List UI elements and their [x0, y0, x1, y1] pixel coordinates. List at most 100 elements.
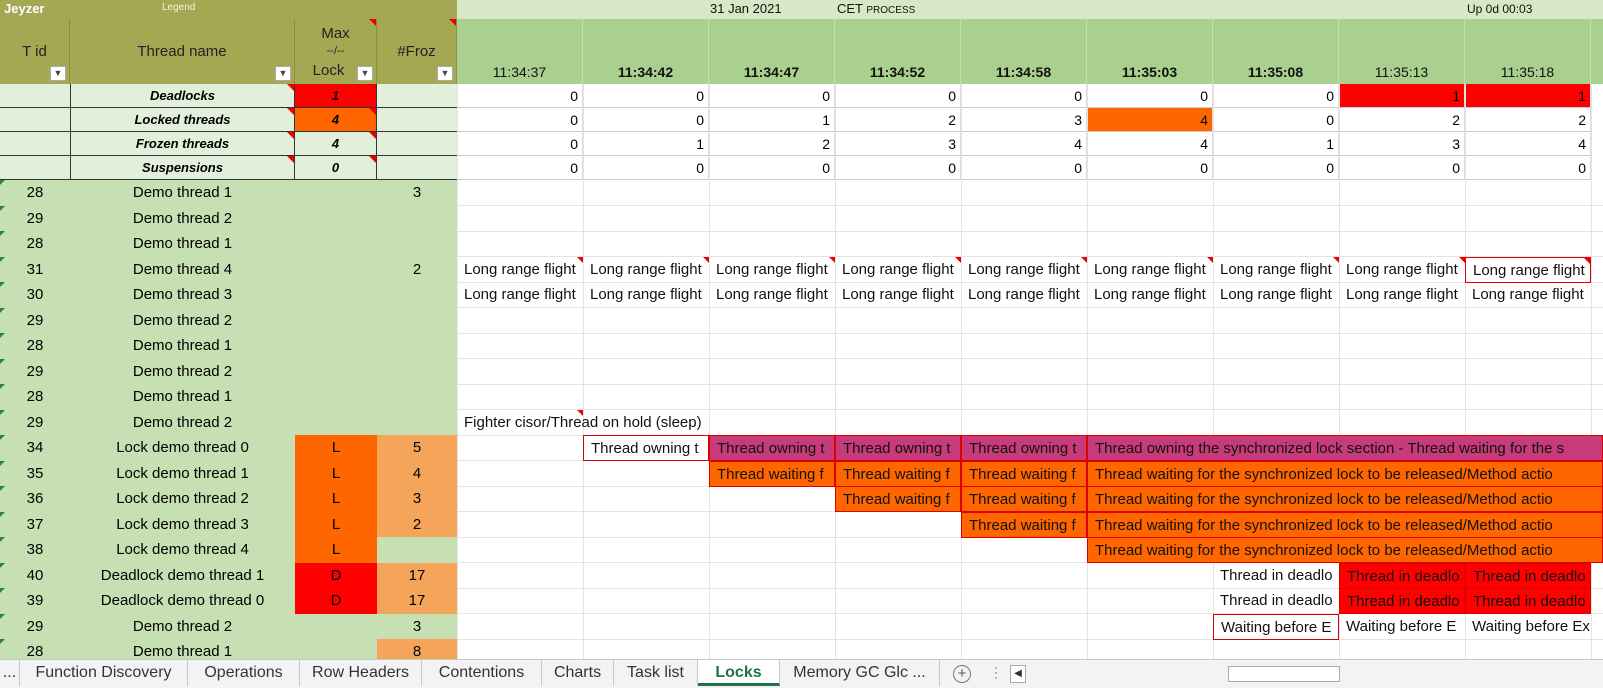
activity-cell[interactable]: Waiting before E [1213, 614, 1339, 640]
summary-cell[interactable]: 0 [457, 108, 583, 132]
summary-cell[interactable]: 0 [1087, 156, 1213, 180]
activity-cell[interactable]: Long range flight [1087, 282, 1213, 308]
summary-cell[interactable]: 3 [1339, 132, 1465, 156]
activity-cell[interactable]: Thread waiting for the synchronized lock… [1087, 512, 1603, 538]
activity-cell[interactable]: Thread owning t [835, 435, 961, 461]
summary-cell[interactable]: 0 [709, 156, 835, 180]
thread-row[interactable]: 38 Lock demo thread 4 L [0, 537, 457, 563]
horizontal-scrollbar[interactable] [1228, 666, 1340, 682]
activity-cell[interactable]: Long range flight [583, 282, 709, 308]
thread-row[interactable]: 30 Demo thread 3 [0, 282, 457, 308]
thread-row[interactable]: 29 Demo thread 2 [0, 206, 457, 232]
activity-cell[interactable]: Long range flight [1087, 257, 1213, 283]
thread-row[interactable]: 40 Deadlock demo thread 1 D 17 [0, 563, 457, 589]
activity-cell[interactable]: Thread waiting f [709, 461, 835, 487]
summary-cell[interactable]: 1 [1339, 84, 1465, 108]
activity-cell[interactable]: Long range flight [457, 282, 583, 308]
summary-cell[interactable]: 4 [961, 132, 1087, 156]
sheet-tab-[interactable]: ... [0, 660, 20, 686]
summary-cell[interactable]: 4 [1087, 132, 1213, 156]
summary-cell[interactable]: 0 [709, 84, 835, 108]
thread-row[interactable]: 39 Deadlock demo thread 0 D 17 [0, 588, 457, 614]
legend-link[interactable]: Legend [162, 2, 195, 13]
summary-cell[interactable]: 3 [961, 108, 1087, 132]
summary-cell[interactable]: 0 [835, 156, 961, 180]
summary-cell[interactable]: 1 [709, 108, 835, 132]
activity-cell[interactable]: Waiting before Ex [1465, 614, 1591, 640]
activity-cell[interactable]: Long range flight [835, 257, 961, 283]
activity-cell[interactable]: Long range flight [1465, 282, 1591, 308]
thread-row[interactable]: 29 Demo thread 2 [0, 410, 457, 436]
thread-row[interactable]: 29 Demo thread 2 3 [0, 614, 457, 640]
activity-cell[interactable]: Long range flight [709, 282, 835, 308]
sheet-tab-memory-gc-glc[interactable]: Memory GC Glc ... [780, 660, 940, 686]
activity-cell[interactable]: Thread waiting for the synchronized lock… [1087, 461, 1603, 487]
filter-dropdown-icon[interactable]: ▼ [50, 66, 66, 81]
summary-cell[interactable]: 2 [1465, 108, 1591, 132]
scroll-left-icon[interactable]: ◀ [1010, 665, 1026, 683]
summary-cell[interactable]: 4 [1465, 132, 1591, 156]
activity-cell[interactable]: Thread waiting f [835, 461, 961, 487]
activity-cell[interactable]: Thread owning t [709, 435, 835, 461]
activity-cell[interactable]: Thread waiting f [961, 461, 1087, 487]
more-options-icon[interactable]: ⋮ [989, 664, 1003, 681]
summary-cell[interactable]: 0 [1087, 84, 1213, 108]
summary-cell[interactable]: 0 [1213, 108, 1339, 132]
activity-cell[interactable]: Fighter cisor/Thread on hold (sleep) [457, 410, 702, 436]
filter-dropdown-icon[interactable]: ▼ [437, 66, 453, 81]
thread-row[interactable]: 28 Demo thread 1 [0, 384, 457, 410]
activity-cell[interactable]: Thread in deadlo [1465, 563, 1591, 589]
thread-row[interactable]: 37 Lock demo thread 3 L2 [0, 512, 457, 538]
activity-cell[interactable]: Thread waiting f [961, 486, 1087, 512]
summary-cell[interactable]: 0 [457, 132, 583, 156]
activity-cell[interactable]: Waiting before E [1339, 614, 1465, 640]
summary-cell[interactable]: 0 [457, 156, 583, 180]
summary-cell[interactable]: 0 [583, 156, 709, 180]
activity-cell[interactable]: Long range flight [583, 257, 709, 283]
summary-cell[interactable]: 0 [1213, 156, 1339, 180]
summary-cell[interactable]: 2 [709, 132, 835, 156]
thread-row[interactable]: 34 Lock demo thread 0 L5 [0, 435, 457, 461]
summary-cell[interactable]: 2 [835, 108, 961, 132]
summary-cell[interactable]: 1 [1213, 132, 1339, 156]
activity-cell[interactable]: Long range flight [835, 282, 961, 308]
summary-cell[interactable]: 0 [835, 84, 961, 108]
add-sheet-icon[interactable]: + [953, 665, 971, 683]
activity-cell[interactable]: Thread in deadlo [1213, 588, 1339, 614]
activity-cell[interactable]: Long range flight [961, 282, 1087, 308]
activity-cell[interactable]: Thread waiting f [835, 486, 961, 512]
thread-row[interactable]: 35 Lock demo thread 1 L4 [0, 461, 457, 487]
summary-cell[interactable]: 0 [583, 84, 709, 108]
activity-cell[interactable]: Thread owning t [583, 435, 709, 461]
summary-cell[interactable]: 0 [961, 84, 1087, 108]
summary-cell[interactable]: 0 [1213, 84, 1339, 108]
summary-cell[interactable]: 0 [457, 84, 583, 108]
activity-cell[interactable]: Long range flight [1465, 257, 1591, 283]
activity-cell[interactable]: Thread in deadlo [1339, 588, 1465, 614]
activity-cell[interactable]: Long range flight [1213, 282, 1339, 308]
summary-cell[interactable]: 0 [1465, 156, 1591, 180]
thread-row[interactable]: 28 Demo thread 1 3 [0, 180, 457, 206]
thread-row[interactable]: 31 Demo thread 4 2 [0, 257, 457, 283]
thread-row[interactable]: 28 Demo thread 1 [0, 333, 457, 359]
sheet-tab-contentions[interactable]: Contentions [422, 660, 542, 686]
sheet-tab-locks[interactable]: Locks [698, 660, 780, 686]
sheet-tab-function-discovery[interactable]: Function Discovery [20, 660, 188, 686]
thread-row[interactable]: 36 Lock demo thread 2 L3 [0, 486, 457, 512]
activity-cell[interactable]: Long range flight [961, 257, 1087, 283]
activity-cell[interactable]: Long range flight [1213, 257, 1339, 283]
activity-cell[interactable]: Long range flight [1339, 282, 1465, 308]
summary-cell[interactable]: 0 [583, 108, 709, 132]
thread-row[interactable]: 29 Demo thread 2 [0, 308, 457, 334]
thread-row[interactable]: 28 Demo thread 1 [0, 231, 457, 257]
activity-cell[interactable]: Long range flight [1339, 257, 1465, 283]
sheet-tab-row-headers[interactable]: Row Headers [300, 660, 422, 686]
summary-cell[interactable]: 0 [961, 156, 1087, 180]
summary-cell[interactable]: 0 [1339, 156, 1465, 180]
activity-cell[interactable]: Thread owning t [961, 435, 1087, 461]
activity-cell[interactable]: Long range flight [709, 257, 835, 283]
activity-cell[interactable]: Thread waiting for the synchronized lock… [1087, 537, 1603, 563]
summary-cell[interactable]: 2 [1339, 108, 1465, 132]
filter-dropdown-icon[interactable]: ▼ [357, 66, 373, 81]
activity-cell[interactable]: Thread owning the synchronized lock sect… [1087, 435, 1603, 461]
